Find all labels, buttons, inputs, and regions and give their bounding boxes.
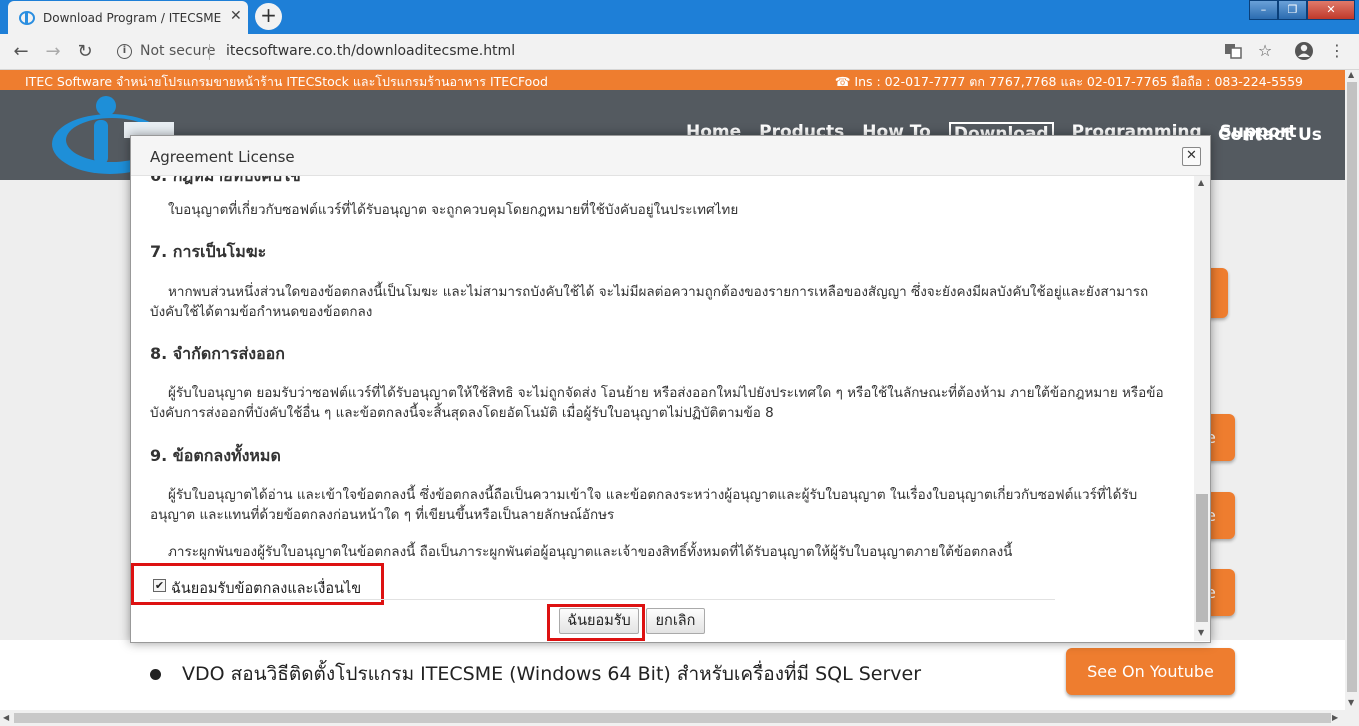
site-favicon-icon (19, 11, 35, 25)
dialog-footer-divider (150, 599, 1055, 600)
tab-close-icon[interactable]: ✕ (230, 8, 242, 24)
dialog-scroll-down-icon[interactable]: ▼ (1198, 628, 1204, 637)
info-icon[interactable]: i (117, 44, 132, 59)
section-7-text: หากพบส่วนหนึ่งส่วนใดของข้อตกลงนี้เป็นโมฆ… (150, 284, 1149, 320)
cancel-button[interactable]: ยกเลิก (646, 608, 705, 634)
section-9-heading: 9. ข้อตกลงทั้งหมด (150, 446, 281, 465)
dialog-close-icon[interactable]: ✕ (1182, 147, 1201, 166)
browser-tabstrip: Download Program / ITECSME โป ✕ + – ❐ ✕ (0, 0, 1359, 34)
dialog-vertical-scrollbar[interactable]: ▲ ▼ (1194, 176, 1210, 641)
new-tab-button[interactable]: + (255, 3, 282, 30)
see-on-youtube-button[interactable]: See On Youtube (1066, 648, 1235, 695)
forward-arrow-icon[interactable]: → (40, 39, 66, 65)
list-bullet (150, 669, 161, 680)
dialog-title: Agreement License (150, 148, 295, 166)
bookmark-star-icon[interactable]: ☆ (1254, 40, 1276, 62)
section-8-heading: 8. จำกัดการส่งออก (150, 344, 285, 363)
minimize-button[interactable]: – (1249, 0, 1278, 20)
back-arrow-icon[interactable]: ← (8, 39, 34, 65)
browser-toolbar: ← → ↻ i Not secure itecsoftware.co.th/do… (0, 34, 1359, 70)
section-9-text: ผู้รับใบอนุญาตได้อ่าน และเข้าใจข้อตกลงนี… (150, 487, 1138, 523)
maximize-button[interactable]: ❐ (1278, 0, 1307, 20)
url-text[interactable]: itecsoftware.co.th/downloaditecsme.html (226, 43, 515, 59)
translate-icon[interactable] (1222, 40, 1244, 62)
license-text-area[interactable]: 6. กฎหมายที่บังคับใช้ ใบอนุญาตที่เกี่ยวก… (131, 176, 1194, 586)
dialog-scroll-up-icon[interactable]: ▲ (1198, 178, 1204, 187)
dialog-scroll-thumb[interactable] (1196, 494, 1208, 622)
address-bar[interactable]: i Not secure itecsoftware.co.th/download… (108, 38, 1288, 66)
section-6-text: ใบอนุญาตที่เกี่ยวกับซอฟต์แวร์ที่ได้รับอน… (168, 202, 739, 218)
topbar-promo-text: ITEC Software จำหน่ายโปรแกรมขายหน้าร้าน … (25, 74, 548, 89)
dialog-header: Agreement License ✕ (131, 136, 1210, 176)
window-controls: – ❐ ✕ (1249, 0, 1357, 20)
site-topbar: ITEC Software จำหน่ายโปรแกรมขายหน้าร้าน … (0, 70, 1345, 90)
page-horizontal-scrollbar[interactable]: ◀ ▶ (0, 710, 1359, 726)
account-icon[interactable] (1293, 40, 1315, 62)
window-close-button[interactable]: ✕ (1307, 0, 1355, 20)
section-6-heading: 6. กฎหมายที่บังคับใช้ (150, 176, 301, 189)
scroll-down-icon[interactable]: ▼ (1348, 698, 1354, 707)
url-separator (209, 44, 210, 60)
security-label[interactable]: Not secure (140, 43, 216, 59)
section-9-obligation-text: ภาระผูกพันของผู้รับใบอนุญาตในข้อตกลงนี้ … (168, 544, 1013, 560)
phone-numbers: Ins : 02-017-7777 ตก 7767,7768 และ 02-01… (854, 74, 1303, 89)
section-7-heading: 7. การเป็นโมฆะ (150, 242, 267, 261)
accept-highlight-box (547, 604, 645, 641)
nav-contact-us[interactable]: Contact Us (1218, 125, 1322, 145)
reload-icon[interactable]: ↻ (72, 39, 98, 65)
scroll-left-icon[interactable]: ◀ (3, 713, 9, 722)
agreement-license-dialog: Agreement License ✕ 6. กฎหมายที่บังคับใช… (130, 135, 1211, 643)
video-title: VDO สอนวิธีติดตั้งโปรแกรม ITECSME (Windo… (182, 663, 922, 685)
topbar-phone-text: ☎ Ins : 02-017-7777 ตก 7767,7768 และ 02-… (834, 74, 1303, 89)
tab-title: Download Program / ITECSME โป (43, 11, 223, 25)
video-list-item: VDO สอนวิธีติดตั้งโปรแกรม ITECSME (Windo… (0, 640, 1345, 710)
browser-tab[interactable]: Download Program / ITECSME โป ✕ (8, 1, 248, 34)
page-scroll-thumb[interactable] (1347, 82, 1357, 692)
scroll-right-icon[interactable]: ▶ (1332, 713, 1338, 722)
horizontal-scroll-thumb[interactable] (14, 713, 1331, 723)
page-vertical-scrollbar[interactable]: ▲ ▼ (1345, 70, 1359, 710)
browser-menu-icon[interactable]: ⋮ (1326, 40, 1348, 62)
section-8-text: ผู้รับใบอนุญาต ยอมรับว่าซอฟต์แวร์ที่ได้ร… (150, 385, 1164, 421)
scroll-up-icon[interactable]: ▲ (1348, 70, 1354, 79)
